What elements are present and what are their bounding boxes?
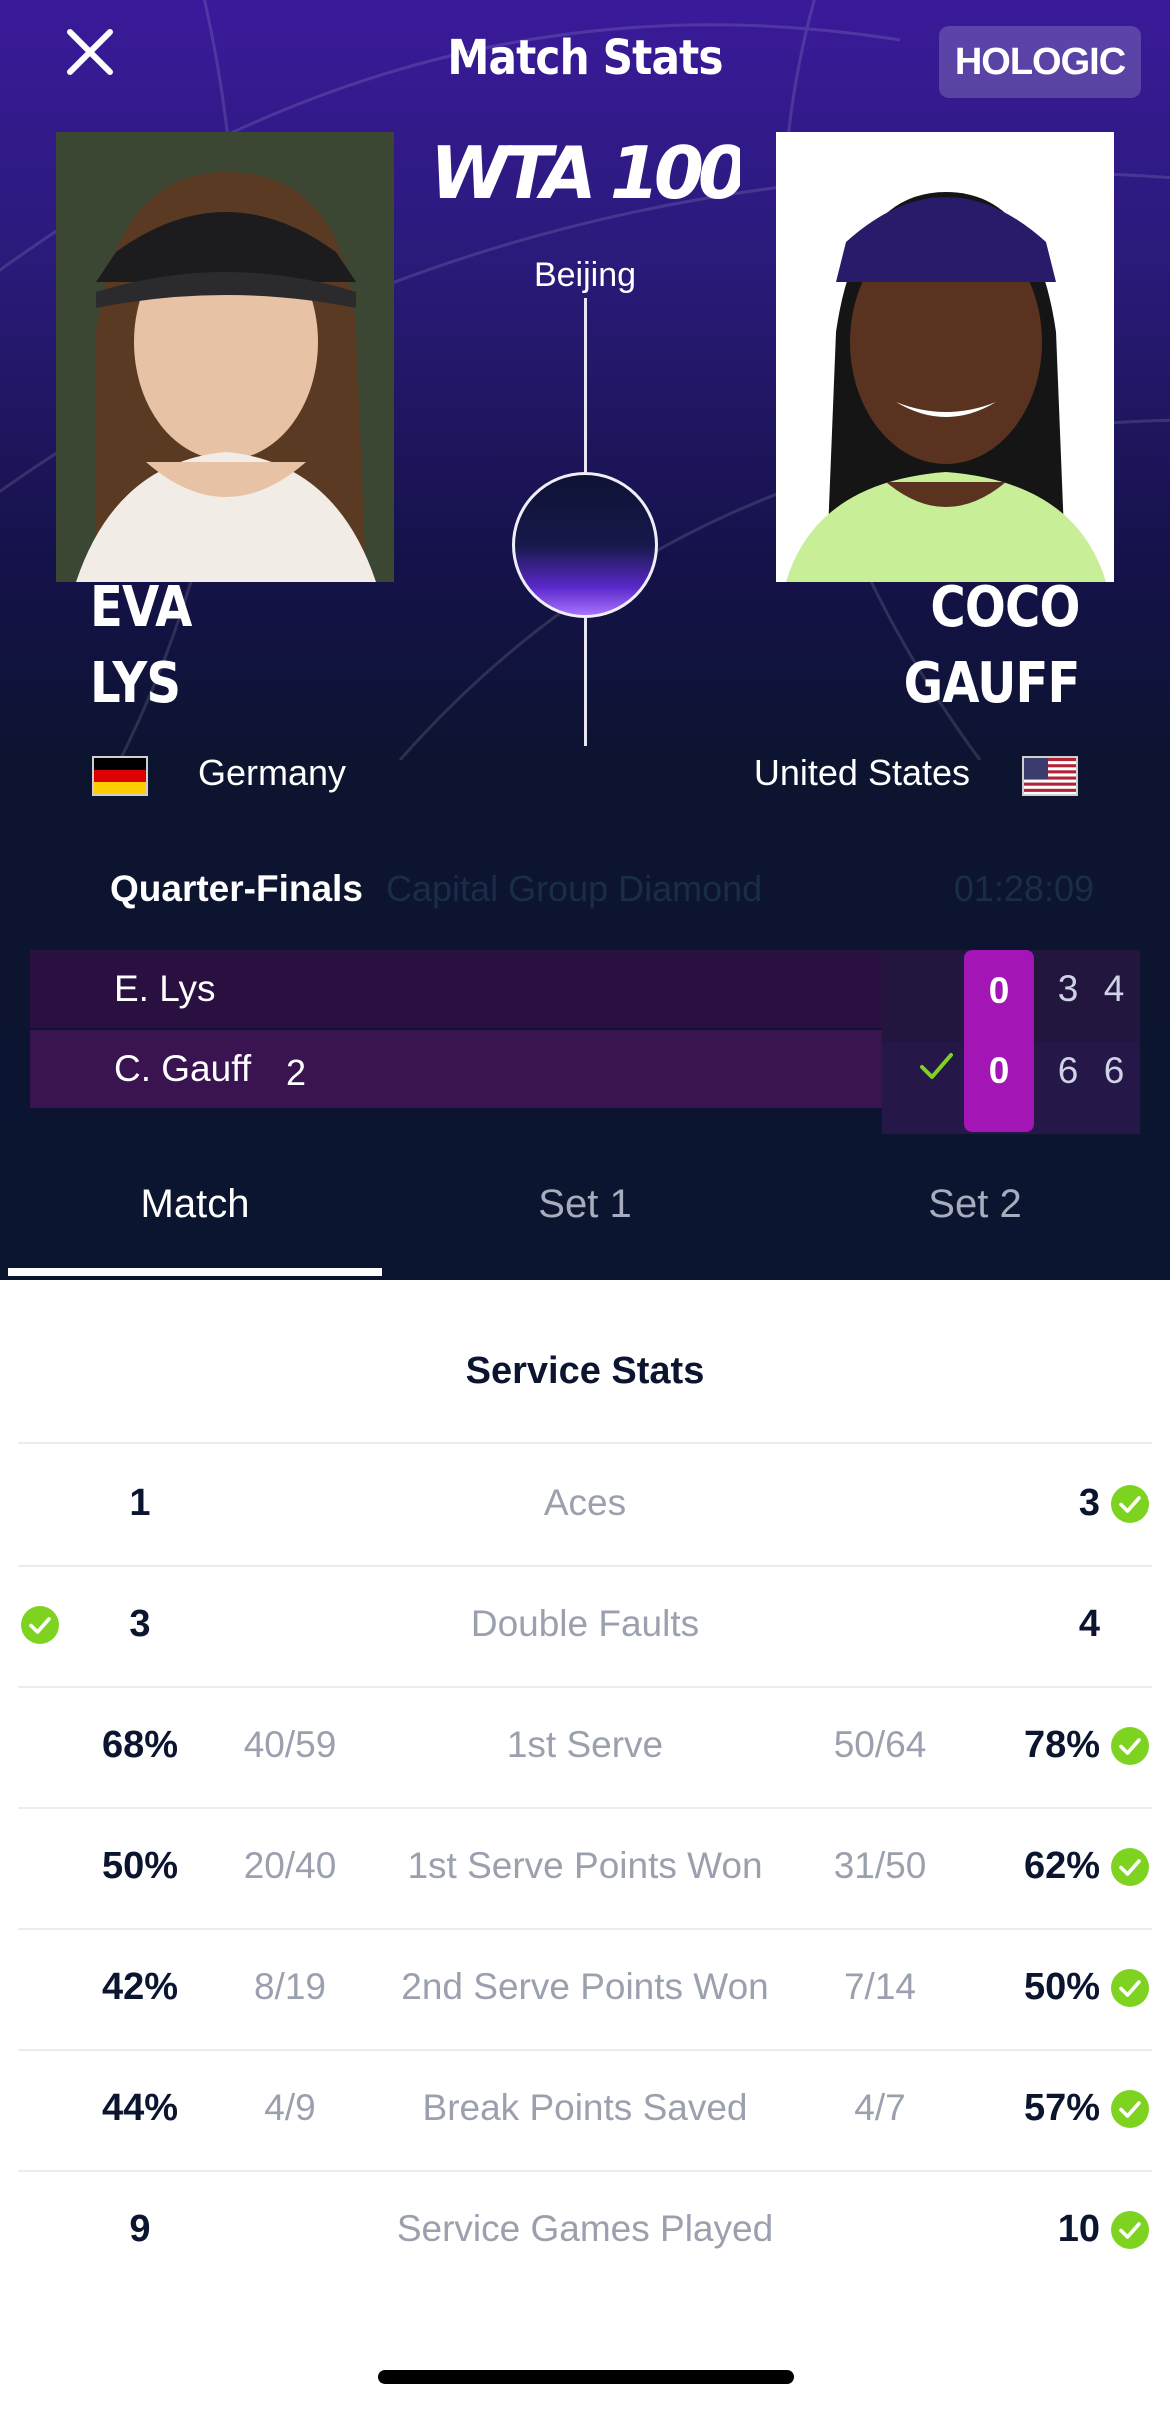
score-row-player1: E. Lys — [30, 950, 882, 1028]
stat-left-value: 1 — [129, 1482, 151, 1524]
current-game-column: 0 0 — [964, 950, 1034, 1132]
tab-set-1[interactable]: Set 1 — [390, 1182, 780, 1227]
player-photo-right — [776, 132, 1114, 582]
game-score-player1: 0 — [988, 970, 1010, 1011]
active-tab-indicator — [8, 1268, 382, 1276]
stat-right-value: 62% — [1023, 1845, 1100, 1887]
wta-1000-logo: WTA 1000 — [430, 132, 740, 208]
stat-right-fraction: 7/14 — [843, 1966, 916, 2007]
score-columns: 0 0 3 4 6 6 — [882, 950, 1140, 1134]
player-country-left: Germany — [198, 752, 347, 793]
player-country-right: United States — [753, 752, 970, 793]
match-info-row: Quarter-Finals Capital Group Diamond 01:… — [0, 868, 1170, 918]
leader-check-icon — [1110, 2089, 1150, 2129]
scoreboard: E. Lys C. Gauff 2 0 0 3 4 6 6 — [30, 950, 1140, 1134]
stat-row: 3 Double Faults 4 — [0, 1565, 1170, 1685]
set2-score-player1: 4 — [1103, 968, 1125, 1009]
usa-flag-icon — [1022, 756, 1078, 796]
stat-row: 42% 8/19 2nd Serve Points Won 7/14 50% — [0, 1928, 1170, 2048]
stat-right-value: 78% — [1023, 1724, 1100, 1766]
stat-right-value: 57% — [1023, 2087, 1100, 2129]
player-photo-left — [56, 132, 394, 582]
stat-row: 44% 4/9 Break Points Saved 4/7 57% — [0, 2049, 1170, 2169]
center-line-top — [584, 298, 587, 472]
leader-check-icon — [1110, 1847, 1150, 1887]
event-sponsor: Capital Group Diamond — [386, 868, 763, 909]
player-name-right: COCO GAUFF — [904, 570, 1081, 722]
center-line-bottom — [584, 618, 587, 746]
leader-check-icon — [1110, 1726, 1150, 1766]
stat-row: 50% 20/40 1st Serve Points Won 31/50 62% — [0, 1807, 1170, 1927]
stat-left-value: 42% — [101, 1966, 179, 2008]
leader-check-icon — [1110, 1484, 1150, 1524]
score-player-name: C. Gauff — [114, 1048, 252, 1089]
score-player-name: E. Lys — [114, 968, 216, 1009]
score-row-player2: C. Gauff 2 — [30, 1030, 882, 1108]
player-first-name: COCO — [930, 575, 1081, 640]
stat-right-fraction: 50/64 — [833, 1724, 927, 1765]
game-score-player2: 0 — [988, 1050, 1010, 1091]
stat-row: 1 Aces 3 — [0, 1444, 1170, 1564]
section-title: Service Stats — [465, 1350, 705, 1392]
stat-row: 9 Service Games Played 10 — [0, 2170, 1170, 2290]
tab-match[interactable]: Match — [0, 1182, 390, 1227]
round-label: Quarter-Finals — [110, 868, 363, 909]
wta-logo-text: WTA 1000 — [430, 132, 740, 208]
player-last-name: LYS — [90, 651, 181, 716]
player-last-name: GAUFF — [904, 651, 1081, 716]
stat-left-value: 9 — [129, 2208, 151, 2250]
stat-left-value: 44% — [101, 2087, 179, 2129]
set2-score-player2: 6 — [1103, 1050, 1125, 1091]
leader-check-icon — [1110, 2210, 1150, 2250]
germany-flag-icon — [92, 756, 148, 796]
stat-label: 1st Serve Points Won — [407, 1845, 763, 1886]
stat-left-value: 68% — [101, 1724, 179, 1766]
winner-check-icon — [920, 1053, 953, 1079]
stat-left-value: 3 — [129, 1603, 151, 1645]
stat-right-fraction: 4/7 — [854, 2087, 906, 2128]
stat-left-value: 50% — [101, 1845, 179, 1887]
home-indicator[interactable] — [378, 2370, 794, 2384]
player-first-name: EVA — [90, 575, 192, 640]
center-ball-graphic — [512, 472, 658, 618]
leader-check-icon — [1110, 1968, 1150, 2008]
stats-tabs: Match Set 1 Set 2 — [0, 1168, 1170, 1280]
stat-right-fraction: 31/50 — [833, 1845, 927, 1886]
stat-label: Double Faults — [470, 1603, 700, 1644]
sponsor-logo[interactable]: HOLOGIC — [939, 26, 1141, 98]
match-header: Match Stats HOLOGIC WTA 1000 Beijing — [0, 0, 1170, 1280]
player-seed: 2 — [286, 1052, 307, 1093]
set1-score-player1: 3 — [1057, 968, 1079, 1009]
stat-right-value: 10 — [1057, 2208, 1100, 2250]
match-duration: 01:28:09 — [953, 868, 1094, 909]
stat-label: Aces — [543, 1482, 627, 1523]
player-name-left: EVA LYS — [90, 570, 192, 722]
stat-right-value: 3 — [1078, 1482, 1100, 1524]
stat-label: 2nd Serve Points Won — [401, 1966, 769, 2007]
stat-label: Break Points Saved — [422, 2087, 748, 2128]
set1-score-player2: 6 — [1057, 1050, 1079, 1091]
stat-label: 1st Serve — [506, 1724, 664, 1765]
stat-right-value: 50% — [1023, 1966, 1100, 2008]
stat-label: Service Games Played — [396, 2208, 774, 2249]
stat-row: 68% 40/59 1st Serve 50/64 78% — [0, 1686, 1170, 1806]
leader-check-icon — [20, 1605, 60, 1645]
tab-set-2[interactable]: Set 2 — [780, 1182, 1170, 1227]
stat-right-value: 4 — [1078, 1603, 1100, 1645]
